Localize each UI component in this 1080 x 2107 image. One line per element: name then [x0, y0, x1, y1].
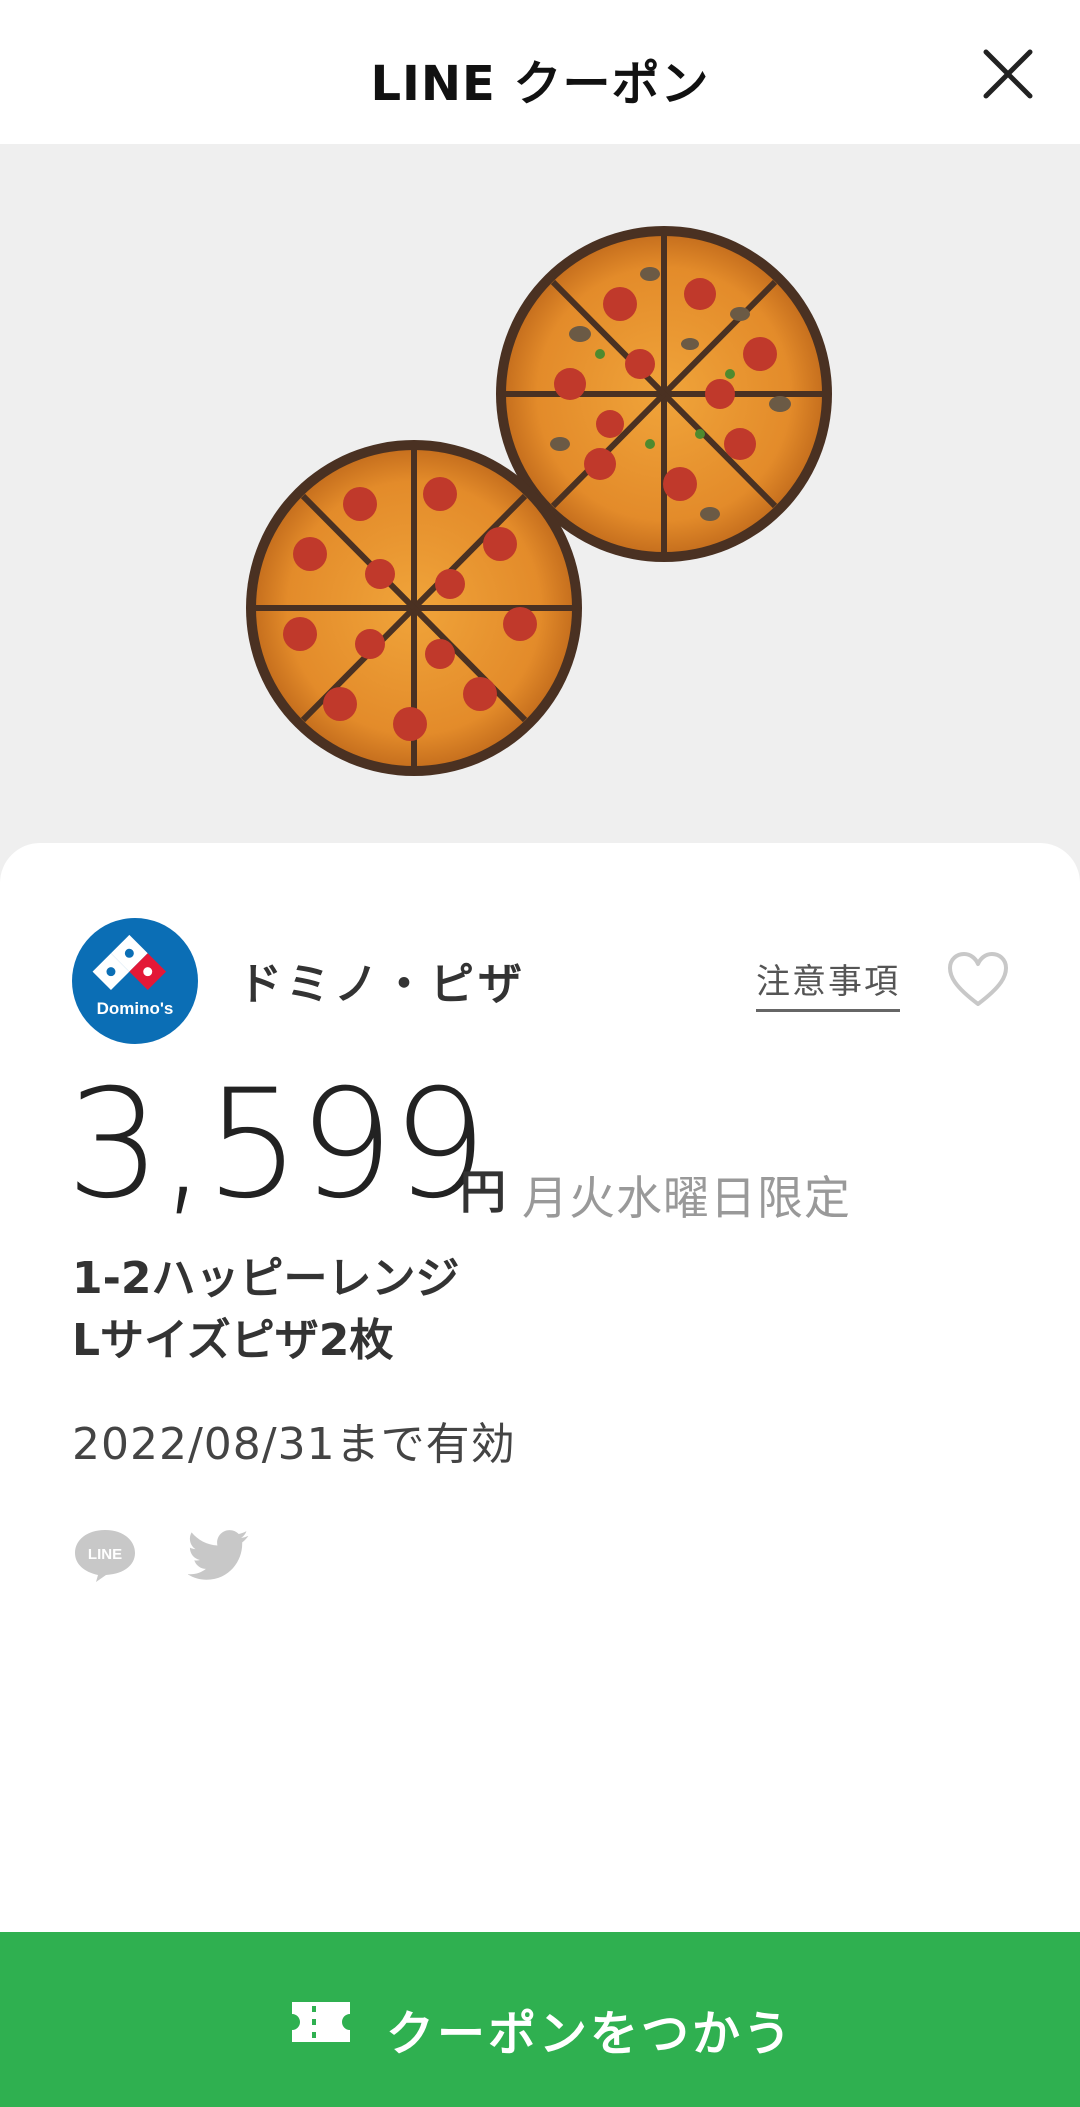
line-share-text: LINE	[88, 1546, 122, 1563]
share-twitter-button[interactable]	[187, 1524, 254, 1584]
coupon-price: 3,599	[66, 1058, 487, 1232]
share-line-button[interactable]: LINE	[72, 1526, 138, 1584]
close-icon	[983, 49, 1033, 99]
line-share-icon: LINE	[75, 1530, 135, 1582]
header-title: LINE クーポン	[370, 56, 710, 112]
dominos-logo-icon: Domino's	[92, 934, 174, 1018]
valid-until: 2022/08/31まで有効	[72, 1419, 516, 1470]
logo-text: Domino's	[97, 999, 174, 1018]
store-logo: Domino's	[72, 918, 198, 1044]
notes-link[interactable]: 注意事項	[756, 954, 900, 1012]
close-button[interactable]	[976, 42, 1040, 106]
heart-icon	[948, 952, 1008, 1006]
store-name: ドミノ・ピザ	[238, 959, 526, 1010]
header-bar: LINE クーポン	[0, 0, 1080, 144]
ticket-icon	[290, 2000, 352, 2044]
description-line-2: Lサイズピザ2枚	[72, 1315, 394, 1366]
two-pizzas-image	[246, 226, 832, 776]
use-coupon-label: クーポンをつかう	[386, 2006, 795, 2062]
coupon-description: 1-2ハッピーレンジ Lサイズピザ2枚	[72, 1248, 460, 1372]
currency-label: 円	[460, 1165, 506, 1219]
hero-image	[0, 144, 1080, 884]
twitter-share-icon	[187, 1530, 249, 1580]
pizza-bottomleft	[246, 440, 582, 776]
favorite-button[interactable]	[946, 950, 1010, 1010]
valid-days: 月火水曜日限定	[522, 1171, 851, 1225]
description-line-1: 1-2ハッピーレンジ	[72, 1253, 460, 1304]
